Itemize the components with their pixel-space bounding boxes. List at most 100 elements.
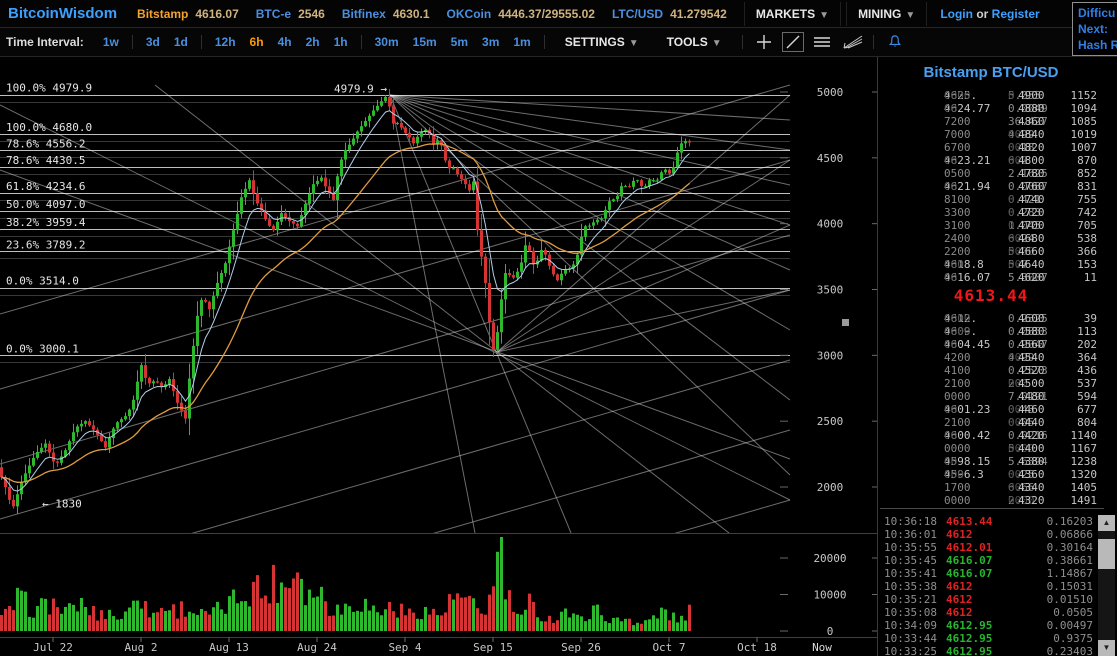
volume-axis-label: 0 <box>827 625 834 638</box>
interval-4h[interactable]: 4h <box>278 35 292 49</box>
orderbook-title: Bitstamp BTC/USD <box>923 64 1059 81</box>
price-axis-label: 5000 <box>817 86 844 99</box>
drag-handle[interactable] <box>842 319 849 326</box>
scroll-up-button[interactable]: ▲ <box>1098 515 1115 531</box>
ask-row: 2400 6.24 00 4680 538 <box>944 232 1097 245</box>
mining-info-line: Next: <box>1078 22 1109 36</box>
alerts-bell-button[interactable] <box>883 31 907 53</box>
ticker-value: 4616.07 <box>195 6 239 21</box>
tools-menu-button[interactable]: TOOLS ▼ <box>667 35 722 49</box>
bid-row: 4609. 0000 0.0853 4580 113 <box>944 325 1097 338</box>
time-axis-now-label: Now <box>812 641 832 654</box>
trend-lines <box>0 84 791 533</box>
ask-row: 3100 1.045 0 4700 705 <box>944 219 1097 232</box>
bid-row: 2100 0.05 00 4440 804 <box>944 416 1097 429</box>
price-axis-label: 2000 <box>817 481 844 494</box>
top-bar: BitcoinWisdom Bitstamp 4616.07 BTC-e 2546 Bi… <box>0 0 1117 28</box>
interval-30m[interactable]: 30m <box>375 35 399 49</box>
register-link[interactable]: Register <box>992 7 1040 21</box>
price-axis-label: 2500 <box>817 415 844 428</box>
crosshair-tool-button[interactable] <box>752 31 776 53</box>
fan-lines-icon <box>843 35 862 49</box>
app-window: 100.0% 4979.9 100.0% 4680.0 78.6% 4556.2 78… <box>0 0 1117 656</box>
auth-links: Login or Register <box>940 7 1039 21</box>
ask-row: 4625. 0000 5.055 0 4900 1152 <box>944 89 1097 102</box>
ticker-bitfinex[interactable]: Bitfinex 4630.1 <box>342 7 430 21</box>
interval-1h[interactable]: 1h <box>334 35 348 49</box>
price-annotation: 4979.9 → <box>334 83 387 96</box>
scroll-down-button[interactable]: ▼ <box>1098 640 1115 656</box>
settings-menu-label: SETTINGS <box>564 35 625 49</box>
ask-row: 4618.8 000 5.7 000 4640 153 <box>944 258 1097 271</box>
divider <box>200 35 202 49</box>
trade-row: 10:35:21 4612 0.01510 <box>884 593 1093 606</box>
ask-row: 4623.21 00 6.2 000 4800 870 <box>944 154 1097 167</box>
ticker-bitstamp[interactable]: Bitstamp 4616.07 <box>137 7 239 21</box>
brand-logo[interactable]: BitcoinWisdom <box>8 5 117 22</box>
bid-row: 4100 0.2573 4520 436 <box>944 364 1097 377</box>
ticker-value: 2546 <box>298 6 325 21</box>
bid-row: 4598.15 00 5.6394 4380 1238 <box>944 455 1097 468</box>
ticker-okcoin[interactable]: OKCoin 4446.37/29555.02 <box>447 7 595 21</box>
time-axis-label: Sep 4 <box>388 641 421 654</box>
fib-label: 78.6% 4430.5 <box>6 154 85 167</box>
ticker-label: OKCoin <box>446 6 492 21</box>
fib-label: 61.8% 4234.6 <box>6 180 85 193</box>
ask-list: 4625. 0000 5.055 0 4900 1152 4624.77 00 0.0049 48… <box>878 89 1110 284</box>
fib-label: 0.0% 3000.1 <box>6 342 79 355</box>
time-interval-label: Time Interval: <box>6 35 84 49</box>
time-axis-label: Oct 18 <box>737 641 777 654</box>
interval-5m[interactable]: 5m <box>451 35 468 49</box>
interval-1d[interactable]: 1d <box>174 35 188 49</box>
trade-row: 10:35:08 4612 0.0505 <box>884 606 1093 619</box>
trade-row: 10:33:25 4612.95 0.23403 <box>884 645 1093 656</box>
ask-row: 4624.77 00 0.0049 4880 1094 <box>944 102 1097 115</box>
trades-scrollbar[interactable]: ▲ ▼ <box>1098 515 1115 656</box>
divider <box>880 508 1104 509</box>
ticker-btc-e[interactable]: BTC-e 2546 <box>256 7 325 21</box>
price-chart[interactable]: 100.0% 4979.9 100.0% 4680.0 78.6% 4556.2 78… <box>0 0 878 656</box>
bid-row: 4596.3 000 0.25 00 4360 1320 <box>944 468 1097 481</box>
bid-row: 2100 20. 000 4500 537 <box>944 377 1097 390</box>
ticker-label: Bitstamp <box>137 6 189 21</box>
ticker-ltc/usd[interactable]: LTC/USD 41.279542 <box>612 7 727 21</box>
fib-label: 50.0% 4097.0 <box>6 198 85 211</box>
fan-tool-button[interactable] <box>840 31 864 53</box>
volume-axis-label: 20000 <box>813 552 846 565</box>
interval-3m[interactable]: 3m <box>482 35 499 49</box>
ask-row: 7000 4.99 00 4840 1019 <box>944 128 1097 141</box>
interval-6h[interactable]: 6h <box>250 35 264 49</box>
ask-row: 0500 2.1625 4780 852 <box>944 167 1097 180</box>
crosshair-icon <box>756 35 771 49</box>
fib-lines <box>0 95 790 363</box>
time-axis-label: Aug 24 <box>297 641 337 654</box>
ticker-bar: Bitstamp 4616.07 BTC-e 2546 Bitfinex 4630.1 OK… <box>137 7 744 21</box>
mining-info-line: Difficu <box>1078 6 1116 20</box>
interval-1m[interactable]: 1m <box>513 35 530 49</box>
bid-row: 4601.23 00 0.43 00 4460 677 <box>944 403 1097 416</box>
bid-row: 0000 7.0191 4480 594 <box>944 390 1097 403</box>
bid-row: 0000 2. 0000 4320 1491 <box>944 494 1097 507</box>
interval-2h[interactable]: 2h <box>306 35 320 49</box>
mining-info-panel: Difficu Next: Hash R <box>1072 2 1117 56</box>
horizontal-lines-tool-button[interactable] <box>810 31 834 53</box>
divider <box>543 35 545 49</box>
trendline-tool-button[interactable] <box>781 32 804 52</box>
fib-label: 100.0% 4680.0 <box>6 121 92 134</box>
mining-menu-button[interactable]: MINING ▼ <box>846 1 928 26</box>
auth-or-text: or <box>976 6 989 21</box>
interval-3d[interactable]: 3d <box>146 35 160 49</box>
markets-menu-button[interactable]: MARKETS ▼ <box>743 1 842 26</box>
interval-15m[interactable]: 15m <box>413 35 437 49</box>
bid-list: 4612. 0000 0.2325 4600 39 4609. 0000 0.0853 4580… <box>878 312 1110 507</box>
trade-row: 10:35:55 4612.01 0.30164 <box>884 541 1093 554</box>
fib-label: 100.0% 4979.9 <box>6 82 92 95</box>
scroll-thumb[interactable] <box>1098 539 1115 569</box>
ask-row: 3300 0.283 0 4720 742 <box>944 206 1097 219</box>
login-link[interactable]: Login <box>940 7 973 21</box>
interval-12h[interactable]: 12h <box>215 35 236 49</box>
time-axis-label: Oct 7 <box>652 641 685 654</box>
interval-1w[interactable]: 1w <box>103 35 119 49</box>
settings-menu-button[interactable]: SETTINGS ▼ <box>565 35 639 49</box>
current-price: 4613.44 <box>953 286 1029 305</box>
